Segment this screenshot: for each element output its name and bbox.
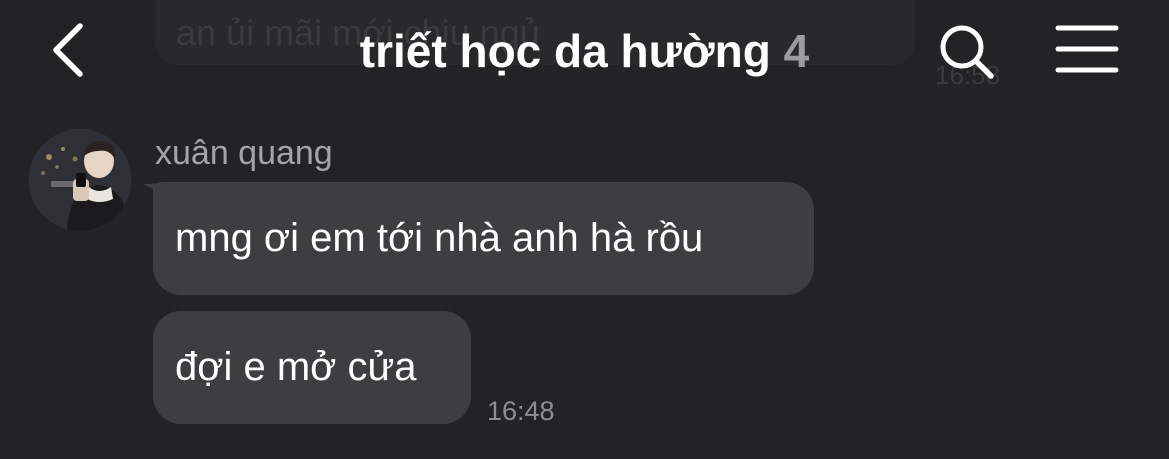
menu-button[interactable]	[1054, 22, 1120, 76]
sender-name: xuân quang	[155, 134, 333, 172]
search-icon	[940, 25, 994, 79]
message-bubble[interactable]: đợi e mở cửa	[153, 311, 471, 424]
message-bubble[interactable]: mng ơi em tới nhà anh hà rồu	[153, 182, 814, 295]
chat-header: triết học da hường 4	[0, 0, 1169, 110]
message-timestamp: 16:48	[487, 396, 555, 426]
sender-avatar[interactable]	[29, 129, 131, 231]
member-count: 4	[783, 25, 810, 77]
search-button[interactable]	[935, 20, 999, 84]
person-photo-icon	[29, 129, 131, 231]
message-text: mng ơi em tới nhà anh hà rồu	[175, 216, 704, 260]
chat-screen: an ủi mãi mới chịu ngủ 16:58 triết học d…	[0, 0, 1169, 459]
hamburger-menu-icon	[1055, 25, 1119, 73]
chat-title-text: triết học da hường	[359, 25, 771, 77]
message-text: đợi e mở cửa	[175, 345, 417, 389]
